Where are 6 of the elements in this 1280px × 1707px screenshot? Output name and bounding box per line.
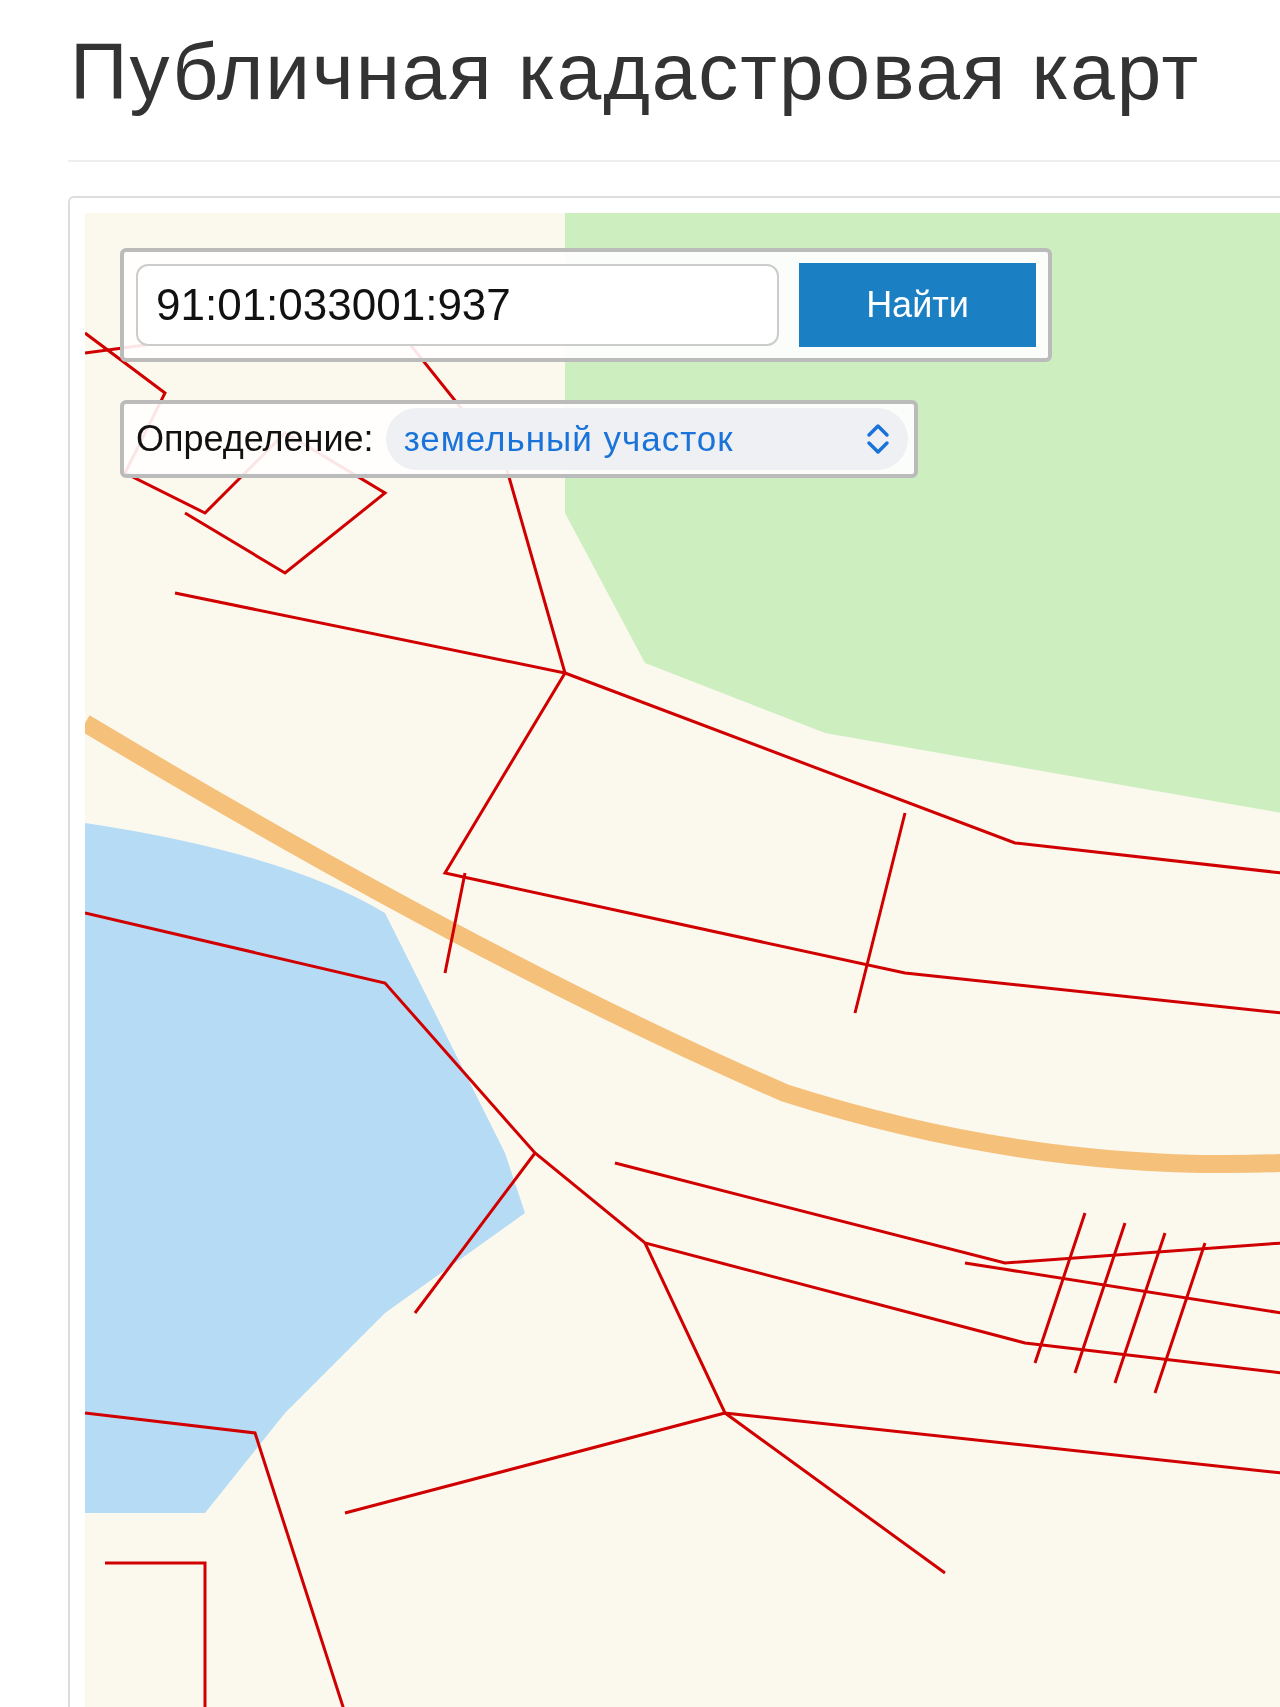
chevron-up-down-icon <box>866 423 890 455</box>
cadastral-number-field[interactable]: 91:01:033001:937 <box>136 264 779 346</box>
definition-select[interactable]: земельный участок <box>385 408 908 470</box>
find-button[interactable]: Найти <box>799 263 1036 347</box>
definition-label: Определение: <box>136 417 374 461</box>
page-title: Публичная кадастровая карт <box>70 26 1201 118</box>
